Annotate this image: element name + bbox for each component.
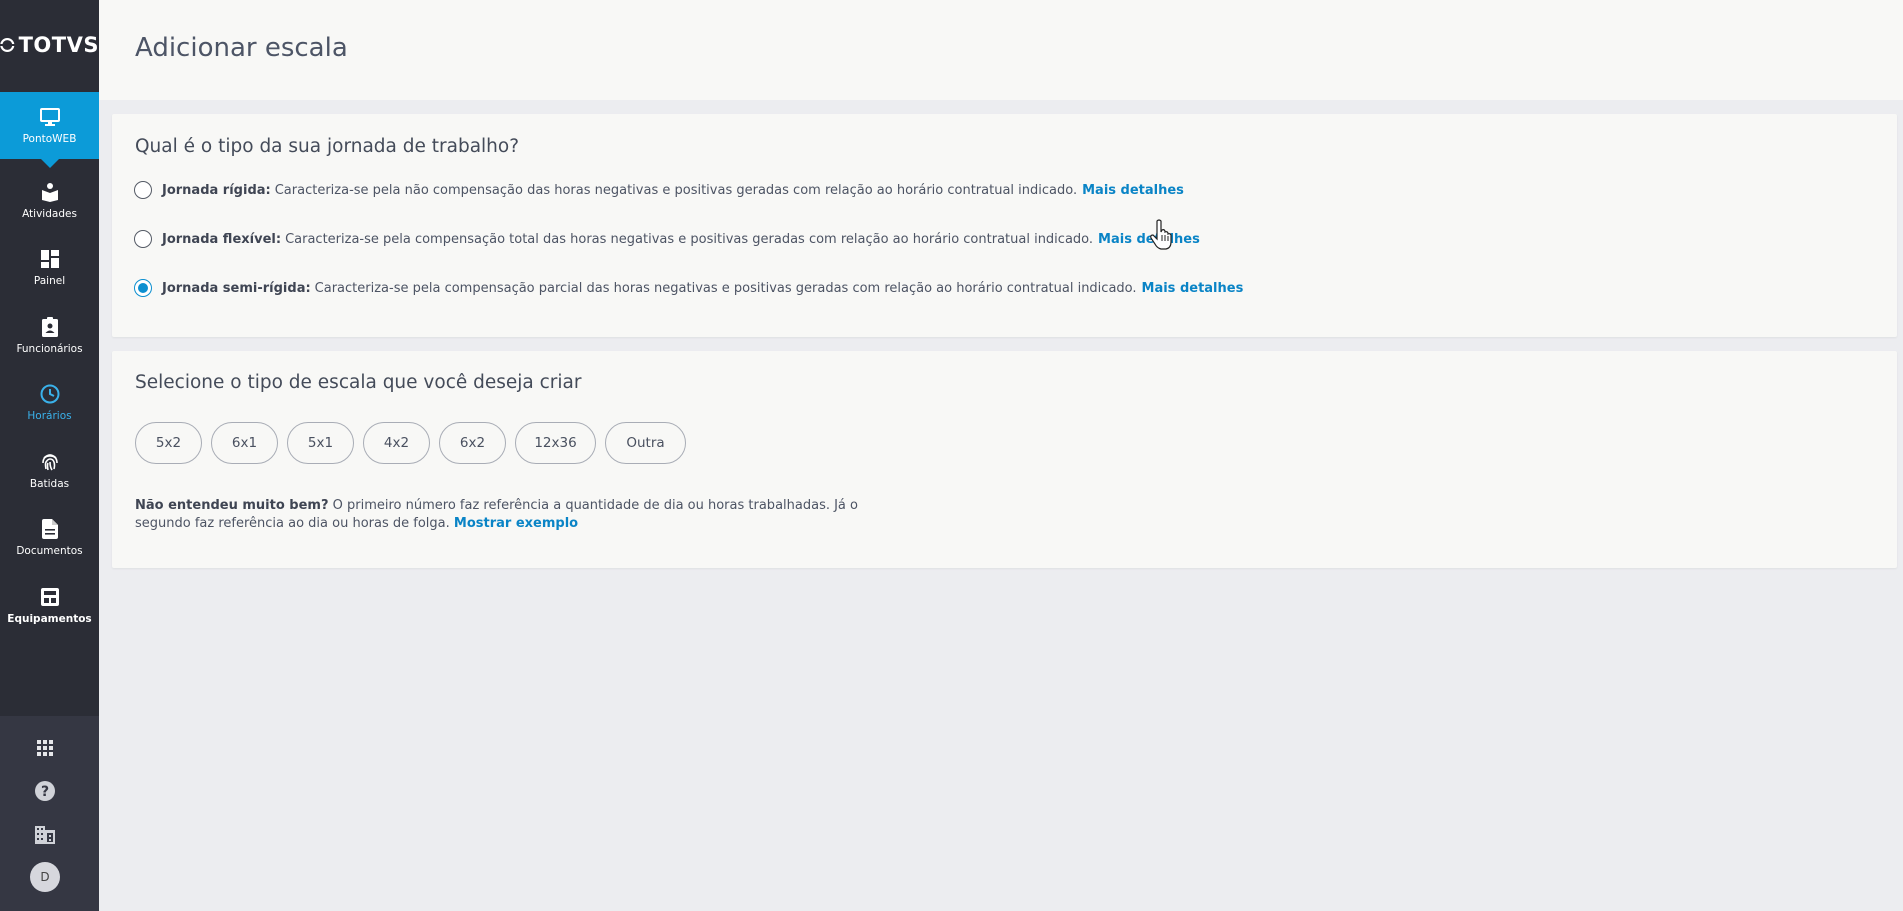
scale-options: 5x2 6x1 5x1 4x2 6x2 12x36 Outra bbox=[135, 422, 686, 464]
sidebar-item-label: Horários bbox=[27, 410, 72, 422]
sidebar-item-atividades[interactable]: Atividades bbox=[0, 167, 99, 234]
scale-option-5x2[interactable]: 5x2 bbox=[135, 422, 202, 464]
brand-name: TOTVS bbox=[18, 33, 99, 57]
journey-option-flexivel[interactable]: Jornada flexível: Caracteriza-se pela co… bbox=[134, 230, 1200, 248]
sidebar-item-label: Batidas bbox=[29, 478, 70, 490]
scale-title: Selecione o tipo de escala que você dese… bbox=[135, 372, 582, 393]
avatar[interactable]: D bbox=[30, 862, 60, 892]
building-icon[interactable] bbox=[33, 823, 57, 847]
sidebar-item-funcionarios[interactable]: Funcionários bbox=[0, 302, 99, 369]
option-description: Caracteriza-se pela compensação parcial … bbox=[314, 280, 1137, 296]
sidebar-item-label: Painel bbox=[33, 275, 66, 287]
sidebar: TOTVS PontoWEB Atividades Painel Funcion… bbox=[0, 0, 99, 911]
sidebar-item-equipamentos[interactable]: Equipamentos bbox=[0, 572, 99, 639]
sidebar-item-batidas[interactable]: Batidas bbox=[0, 437, 99, 504]
sidebar-item-painel[interactable]: Painel bbox=[0, 234, 99, 301]
sidebar-item-horarios[interactable]: Horários bbox=[0, 369, 99, 436]
option-name: Jornada flexível: bbox=[162, 231, 282, 247]
option-name: Jornada rígida: bbox=[162, 182, 271, 198]
scale-help-text: Não entendeu muito bem? O primeiro númer… bbox=[135, 497, 875, 533]
page-header: Adicionar escala bbox=[99, 0, 1903, 100]
sidebar-item-documentos[interactable]: Documentos bbox=[0, 504, 99, 571]
activities-icon bbox=[39, 181, 61, 203]
sidebar-item-label: Equipamentos bbox=[7, 613, 92, 625]
hand-cursor-icon bbox=[1150, 219, 1172, 250]
totvs-logo-icon bbox=[0, 37, 15, 53]
sidebar-item-label: Atividades bbox=[22, 208, 77, 220]
apps-grid-icon[interactable] bbox=[33, 736, 57, 760]
clock-icon bbox=[39, 383, 61, 405]
scale-option-5x1[interactable]: 5x1 bbox=[287, 422, 354, 464]
radio-button[interactable] bbox=[134, 230, 152, 248]
journey-type-card: Qual é o tipo da sua jornada de trabalho… bbox=[112, 114, 1897, 337]
device-icon bbox=[39, 586, 61, 608]
totvs-logo[interactable]: TOTVS bbox=[0, 30, 99, 60]
scale-option-outra[interactable]: Outra bbox=[605, 422, 686, 464]
journey-option-semi-rigida[interactable]: Jornada semi-rígida: Caracteriza-se pela… bbox=[134, 279, 1243, 297]
scale-option-6x1[interactable]: 6x1 bbox=[211, 422, 278, 464]
scale-option-4x2[interactable]: 4x2 bbox=[363, 422, 430, 464]
option-name: Jornada semi-rígida: bbox=[162, 280, 311, 296]
option-description: Caracteriza-se pela compensação total da… bbox=[285, 231, 1094, 247]
journey-option-rigida[interactable]: Jornada rígida: Caracteriza-se pela não … bbox=[134, 181, 1184, 199]
scale-option-12x36[interactable]: 12x36 bbox=[515, 422, 596, 464]
help-bold: Não entendeu muito bem? bbox=[135, 498, 329, 513]
fingerprint-icon bbox=[39, 451, 61, 473]
dashboard-icon bbox=[39, 248, 61, 270]
option-description: Caracteriza-se pela não compensação das … bbox=[274, 182, 1078, 198]
svg-text:?: ? bbox=[41, 784, 49, 800]
monitor-icon bbox=[39, 106, 61, 128]
show-example-link[interactable]: Mostrar exemplo bbox=[454, 516, 578, 531]
radio-button[interactable] bbox=[134, 181, 152, 199]
scale-option-6x2[interactable]: 6x2 bbox=[439, 422, 506, 464]
details-link[interactable]: Mais detalhes bbox=[1142, 281, 1244, 296]
sidebar-item-label: Documentos bbox=[16, 545, 83, 557]
scale-type-card: Selecione o tipo de escala que você dese… bbox=[112, 351, 1897, 568]
sidebar-item-label: PontoWEB bbox=[22, 133, 77, 145]
badge-icon bbox=[39, 316, 61, 338]
radio-button-checked[interactable] bbox=[134, 279, 152, 297]
document-icon bbox=[39, 518, 61, 540]
details-link[interactable]: Mais detalhes bbox=[1098, 232, 1200, 247]
page-title: Adicionar escala bbox=[135, 33, 348, 63]
details-link[interactable]: Mais detalhes bbox=[1082, 183, 1184, 198]
journey-title: Qual é o tipo da sua jornada de trabalho… bbox=[135, 136, 520, 157]
sidebar-item-pontoweb[interactable]: PontoWEB bbox=[0, 92, 99, 168]
sidebar-item-label: Funcionários bbox=[16, 343, 83, 355]
help-icon[interactable]: ? bbox=[33, 779, 57, 803]
